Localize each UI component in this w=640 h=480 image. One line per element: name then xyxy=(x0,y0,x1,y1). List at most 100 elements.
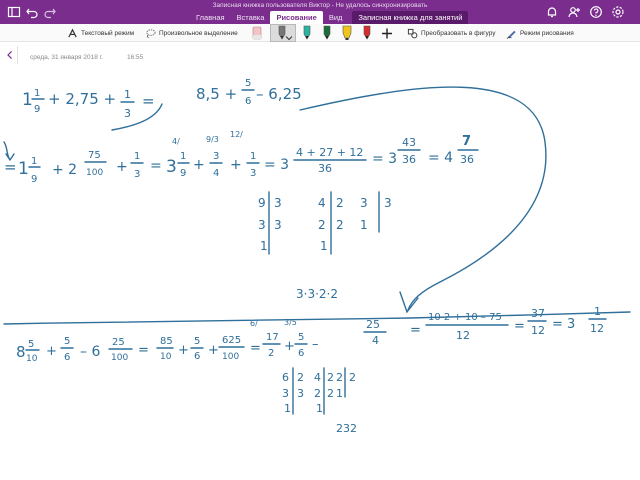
ink-text: = xyxy=(514,319,525,334)
highlighter-yellow-icon[interactable] xyxy=(340,25,354,42)
ink-text: 4 xyxy=(314,371,321,384)
lasso-icon xyxy=(144,27,156,39)
ink-text: 1 xyxy=(360,218,368,232)
ink-text: 2 xyxy=(327,387,334,400)
ink-text: 85 xyxy=(160,336,173,347)
tab-home[interactable]: Главная xyxy=(190,11,231,24)
ink-text: 36 xyxy=(402,153,416,166)
ink-text: 100 xyxy=(111,353,128,363)
ink-text: 3 xyxy=(360,196,368,210)
pen-teal-icon[interactable] xyxy=(300,25,314,42)
lasso-select-button[interactable]: Произвольное выделение xyxy=(144,24,238,42)
ink-text: 3 xyxy=(384,196,392,210)
add-pen-icon[interactable] xyxy=(380,25,394,42)
ink-text: = 3 xyxy=(372,151,397,167)
help-icon[interactable] xyxy=(588,4,604,20)
settings-icon[interactable] xyxy=(610,4,626,20)
ink-text: 2 xyxy=(297,371,304,384)
ink-text: 1 xyxy=(134,151,140,162)
ink-text: 3 xyxy=(213,151,219,162)
ink-text: 5 xyxy=(64,336,70,347)
share-icon[interactable] xyxy=(566,4,582,20)
eraser-icon[interactable] xyxy=(250,25,264,42)
ink-text: = xyxy=(142,92,155,110)
ink-calculation-2: 8 5 10 + 5 6 – 6 25 100 = 85 10 + 5 6 + … xyxy=(16,305,607,364)
ink-text: 2 xyxy=(349,371,356,384)
ribbon-tabs: Главная Вставка Рисование Вид Записная к… xyxy=(190,10,469,24)
text-mode-label: Текстовый режим xyxy=(81,29,135,37)
ink-text: 3 xyxy=(274,196,282,210)
tab-draw[interactable]: Рисование xyxy=(270,11,323,24)
text-mode-button[interactable]: Текстовый режим xyxy=(66,24,134,42)
ink-calculation-1: = 1 1 9 + 2 75 100 + 1 3 = 3 1 9 + 3 4 +… xyxy=(4,130,479,185)
ink-text: 3 xyxy=(274,218,282,232)
ink-text: + xyxy=(46,344,57,359)
ink-text: 75 xyxy=(88,150,101,161)
ink-text: 1 xyxy=(31,156,37,167)
ink-text: 43 xyxy=(402,136,416,149)
ink-text: 1 xyxy=(180,151,186,162)
ink-text: = xyxy=(250,341,261,356)
ink-text: 10 xyxy=(160,352,172,362)
pen-green-icon[interactable] xyxy=(320,25,334,42)
ink-text: 3 xyxy=(250,168,256,179)
ink-text: = 4 xyxy=(428,150,453,166)
ink-text: 12 xyxy=(590,322,604,335)
ink-text: 1 xyxy=(250,151,256,162)
chevron-down-icon[interactable] xyxy=(284,30,294,41)
ink-text: 10 xyxy=(26,354,38,364)
ink-text: 1 xyxy=(22,90,33,110)
ink-text: + 2,75 + xyxy=(48,90,116,108)
draw-ribbon: Текстовый режим Произвольное выделение П… xyxy=(0,24,640,42)
drawing-mode-button[interactable]: Режим рисования xyxy=(505,24,574,42)
ink-text: 25 xyxy=(112,337,125,348)
ink-text: – xyxy=(312,337,319,352)
ink-text: = xyxy=(138,343,149,358)
ink-text: 10 2 + 10 – 75 xyxy=(428,312,502,323)
ink-text: 5 xyxy=(194,336,200,347)
convert-to-shape-button[interactable]: Преобразовать в фигуру xyxy=(406,24,496,42)
convert-to-shape-label: Преобразовать в фигуру xyxy=(421,29,496,37)
ink-text: 7 xyxy=(462,134,471,149)
ink-text: 2 xyxy=(327,371,334,384)
ink-text: 1 xyxy=(34,88,40,99)
ink-text: 8,5 + xyxy=(196,85,237,103)
tab-insert[interactable]: Вставка xyxy=(231,11,271,24)
ink-text: = xyxy=(150,158,162,174)
ink-text: 1 xyxy=(260,239,268,253)
ink-text: 5 xyxy=(28,339,34,350)
ink-arrowhead xyxy=(399,291,419,314)
ink-text: 9 xyxy=(34,104,40,115)
ink-text: 3 xyxy=(297,387,304,400)
ink-factorization-1: 9 3 4 2 3 3 3 3 2 2 1 1 1 3·3·2·2 xyxy=(258,191,392,301)
ink-text: = 3 xyxy=(264,157,289,173)
ink-text: 9 xyxy=(180,168,186,179)
ink-text: 12 xyxy=(531,324,545,337)
tab-class-notebook[interactable]: Записная книжка для занятий xyxy=(352,11,469,24)
ink-factorization-2: 6 2 4 2 2 2 3 3 2 2 1 1 1 232 xyxy=(282,367,357,435)
ink-expression-1: 1 1 9 + 2,75 + 1 3 = xyxy=(3,88,163,161)
ink-canvas[interactable]: 1 1 9 + 2,75 + 1 3 = 8,5 + 5 6 – 6,25 = … xyxy=(0,42,640,480)
ink-text: 8 xyxy=(16,343,26,361)
ink-text: 12/ xyxy=(230,130,243,139)
ink-text: 2 xyxy=(314,387,321,400)
ink-text: + xyxy=(116,159,128,175)
notifications-icon[interactable] xyxy=(544,4,560,20)
ink-text: 100 xyxy=(86,168,103,178)
ink-text: = 3 xyxy=(552,317,575,332)
tab-view[interactable]: Вид xyxy=(323,11,349,24)
pen-red-icon[interactable] xyxy=(360,25,374,42)
ink-text: = xyxy=(4,158,17,176)
ink-text: 2 xyxy=(318,218,326,232)
ink-text: 4 xyxy=(318,196,326,210)
ink-text: 9/3 xyxy=(206,135,219,144)
ink-text: + xyxy=(284,339,295,354)
ink-text: 5 xyxy=(245,78,251,89)
ink-text: – 6 xyxy=(80,344,100,360)
draw-mode-icon xyxy=(505,27,517,39)
ink-text: 2 xyxy=(336,218,344,232)
ink-text: + xyxy=(193,157,205,173)
ink-text: – 6,25 xyxy=(256,85,302,103)
ink-text: 2 xyxy=(336,371,343,384)
ink-text: 1 xyxy=(320,239,328,253)
